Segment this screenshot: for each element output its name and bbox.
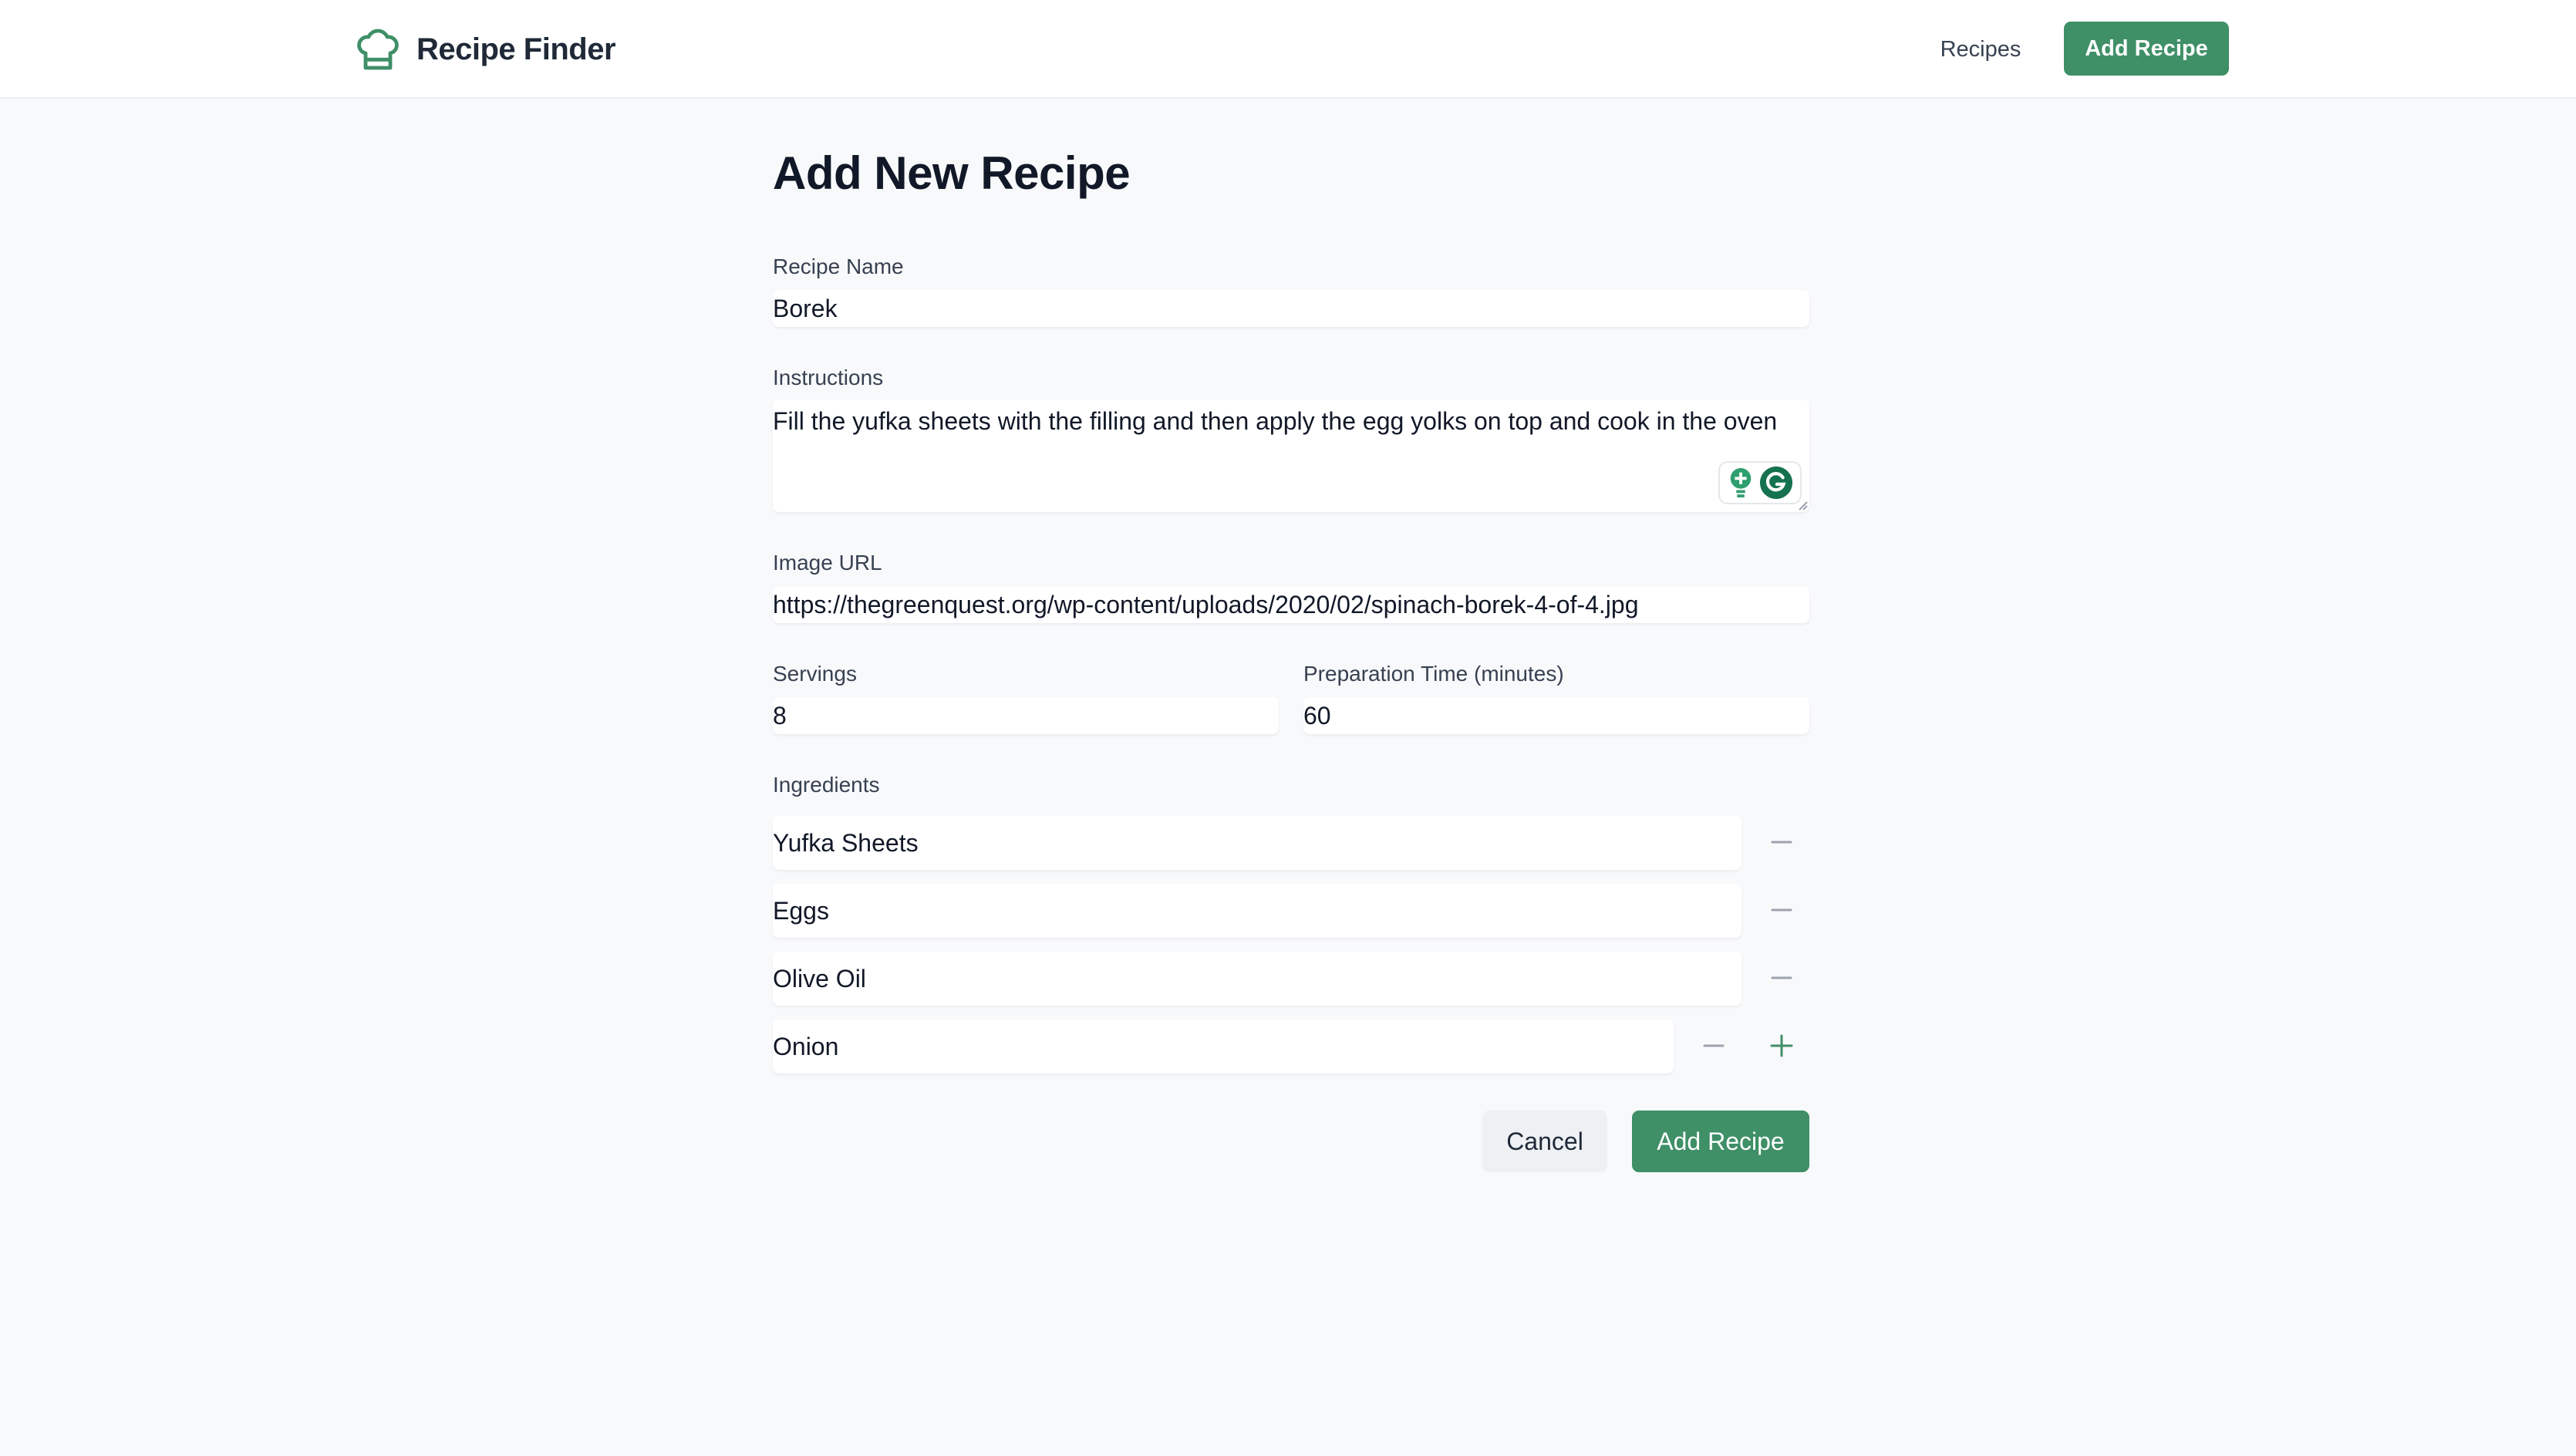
- minus-icon: [1771, 976, 1792, 979]
- minus-icon: [1771, 908, 1792, 912]
- top-navbar: Recipe Finder Recipes Add Recipe: [0, 0, 2576, 99]
- chef-hat-icon: [357, 29, 399, 70]
- prep-time-label: Preparation Time (minutes): [1303, 662, 1564, 686]
- recipe-name-input[interactable]: Borek: [773, 290, 1809, 327]
- ingredients-label: Ingredients: [773, 773, 880, 797]
- app-title: Recipe Finder: [416, 32, 616, 66]
- image-url-label: Image URL: [773, 551, 882, 575]
- grammarly-icon: [1759, 466, 1793, 500]
- nav-add-recipe-button[interactable]: Add Recipe: [2064, 22, 2229, 76]
- minus-icon: [1703, 1044, 1725, 1047]
- servings-input[interactable]: 8: [773, 697, 1279, 734]
- ingredient-input-1[interactable]: Yufka Sheets: [773, 816, 1741, 870]
- add-ingredient-button[interactable]: [1760, 1024, 1803, 1067]
- resize-handle-icon[interactable]: [1795, 498, 1808, 511]
- servings-label: Servings: [773, 662, 857, 686]
- plus-icon: [1770, 1034, 1793, 1057]
- recipe-name-label: Recipe Name: [773, 254, 904, 278]
- remove-ingredient-button[interactable]: [1692, 1024, 1735, 1067]
- lightbulb-icon: [1730, 468, 1752, 497]
- add-recipe-submit-button[interactable]: Add Recipe: [1632, 1111, 1809, 1172]
- ingredient-input-2[interactable]: Eggs: [773, 884, 1741, 938]
- remove-ingredient-button[interactable]: [1760, 821, 1803, 864]
- image-url-input[interactable]: https://thegreenquest.org/wp-content/upl…: [773, 586, 1809, 623]
- grammarly-widget[interactable]: [1718, 461, 1802, 504]
- prep-time-input[interactable]: 60: [1303, 697, 1809, 734]
- instructions-label: Instructions: [773, 366, 884, 389]
- page-title: Add New Recipe: [773, 147, 1131, 199]
- remove-ingredient-button[interactable]: [1760, 888, 1803, 932]
- remove-ingredient-button[interactable]: [1760, 956, 1803, 999]
- ingredient-input-3[interactable]: Olive Oil: [773, 952, 1741, 1006]
- ingredient-input-4[interactable]: Onion: [773, 1020, 1674, 1073]
- minus-icon: [1771, 841, 1792, 844]
- nav-recipes-link[interactable]: Recipes: [1919, 28, 2042, 71]
- instructions-textarea[interactable]: Fill the yufka sheets with the filling a…: [773, 399, 1809, 512]
- cancel-button[interactable]: Cancel: [1482, 1111, 1607, 1172]
- brand[interactable]: Recipe Finder: [353, 25, 616, 74]
